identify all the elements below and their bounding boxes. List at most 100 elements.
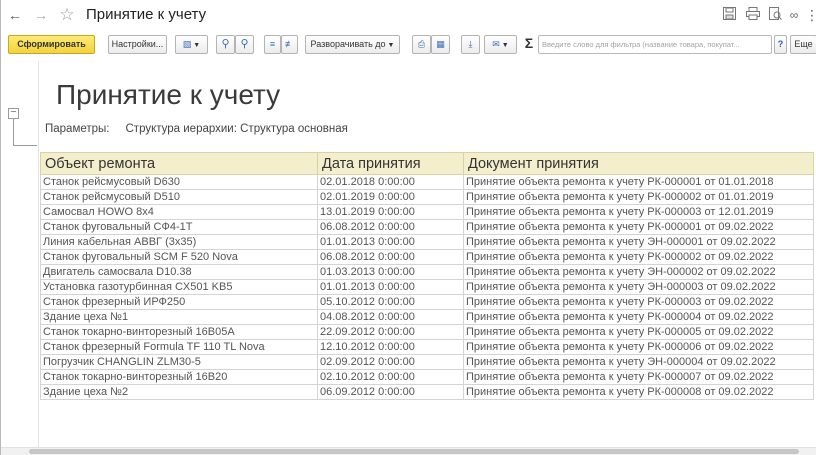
table-row[interactable]: Самосвал HOWO 8х4 13.01.2019 0:00:00 Приня… <box>40 204 814 220</box>
table-row[interactable]: Станок токарно-винторезный 16В20 02.10.20… <box>40 369 814 385</box>
table-row[interactable]: Здание цеха №1 04.08.2012 0:00:00 Принятие… <box>40 309 814 325</box>
favorite-button[interactable]: ☆ <box>57 5 77 25</box>
cell-acceptance-date[interactable]: 02.01.2019 0:00:00 <box>317 189 464 205</box>
cell-acceptance-document[interactable]: Принятие объекта ремонта к учету РК-0000… <box>463 324 814 340</box>
cell-acceptance-document[interactable]: Принятие объекта ремонта к учету РК-0000… <box>463 204 814 220</box>
cell-acceptance-document[interactable]: Принятие объекта ремонта к учету РК-0000… <box>463 219 814 235</box>
report-table: Объект ремонта Дата принятия Документ пр… <box>40 152 814 400</box>
horizontal-scrollbar[interactable] <box>1 447 816 455</box>
table-row[interactable]: Погрузчик CHANGLIN ZLM30-5 02.09.2012 0:0… <box>40 354 814 370</box>
forward-button[interactable]: → <box>31 5 51 25</box>
table-row[interactable]: Станок фуговальный SCM F 520 Nova 06.08.2… <box>40 249 814 265</box>
table-row[interactable]: Станок рейсмусовый D630 02.01.2018 0:00:0… <box>40 174 814 190</box>
more-button[interactable]: ⋮ <box>805 7 816 23</box>
cell-acceptance-date[interactable]: 06.09.2012 0:00:00 <box>317 384 464 400</box>
cell-repair-object[interactable]: Станок рейсмусовый D630 <box>40 174 318 190</box>
group-icon: ≡ <box>269 39 276 49</box>
cell-acceptance-date[interactable]: 01.03.2013 0:00:00 <box>317 264 464 280</box>
more-actions-button[interactable]: Еще <box>790 35 816 54</box>
cell-repair-object[interactable]: Станок фуговальный СФ4-1Т <box>40 219 318 235</box>
ungroup-button[interactable]: ≢ <box>281 35 298 54</box>
cell-acceptance-document[interactable]: Принятие объекта ремонта к учету РК-0000… <box>463 189 814 205</box>
tree-line <box>13 145 37 146</box>
cell-acceptance-document[interactable]: Принятие объекта ремонта к учету РК-0000… <box>463 309 814 325</box>
table-row[interactable]: Установка газотурбинная CX501 KB5 01.01.2… <box>40 279 814 295</box>
settings-button[interactable]: Настройки... <box>108 35 167 54</box>
help-button[interactable]: ? <box>774 35 787 54</box>
cell-acceptance-date[interactable]: 06.08.2012 0:00:00 <box>317 249 464 265</box>
column-header-object: Объект ремонта <box>40 152 318 175</box>
params-label: Параметры: <box>45 123 110 135</box>
table-row[interactable]: Станок фрезерный Formula TF 110 TL Nova 1… <box>40 339 814 355</box>
save-button[interactable] <box>721 7 737 23</box>
link-button[interactable]: ∞ <box>787 7 801 23</box>
variants-button[interactable]: ▧ ▼ <box>175 35 208 54</box>
table-row[interactable]: Станок фуговальный СФ4-1Т 06.08.2012 0:00… <box>40 219 814 235</box>
preview-button[interactable] <box>767 7 783 23</box>
cell-repair-object[interactable]: Станок токарно-винторезный 16В20 <box>40 369 318 385</box>
group-button[interactable]: ≡ <box>264 35 281 54</box>
cell-acceptance-document[interactable]: Принятие объекта ремонта к учету ЭН-0000… <box>463 354 814 370</box>
collapse-group-button[interactable]: − <box>8 108 19 119</box>
table-row[interactable]: Здание цеха №2 06.09.2012 0:00:00 Принятие… <box>40 384 814 400</box>
cell-repair-object[interactable]: Установка газотурбинная CX501 KB5 <box>40 279 318 295</box>
cell-acceptance-document[interactable]: Принятие объекта ремонта к учету РК-0000… <box>463 294 814 310</box>
cell-acceptance-document[interactable]: Принятие объекта ремонта к учету РК-0000… <box>463 369 814 385</box>
cell-acceptance-date[interactable]: 02.09.2012 0:00:00 <box>317 354 464 370</box>
cell-acceptance-document[interactable]: Принятие объекта ремонта к учету ЭН-0000… <box>463 279 814 295</box>
table-row[interactable]: Станок рейсмусовый D510 02.01.2019 0:00:0… <box>40 189 814 205</box>
scrollbar-thumb[interactable] <box>29 449 799 454</box>
find-next-button[interactable]: ⚲ <box>235 35 254 54</box>
cell-acceptance-date[interactable]: 02.10.2012 0:00:00 <box>317 369 464 385</box>
cell-acceptance-document[interactable]: Принятие объекта ремонта к учету РК-0000… <box>463 174 814 190</box>
cell-repair-object[interactable]: Здание цеха №1 <box>40 309 318 325</box>
cell-repair-object[interactable]: Станок фрезерный Formula TF 110 TL Nova <box>40 339 318 355</box>
cell-acceptance-date[interactable]: 01.01.2013 0:00:00 <box>317 279 464 295</box>
cell-acceptance-date[interactable]: 06.08.2012 0:00:00 <box>317 219 464 235</box>
find-button[interactable]: ⚲ <box>216 35 235 54</box>
minus-icon: − <box>10 107 17 118</box>
report-document[interactable]: − Принятие к учету Параметры: Структура и… <box>1 61 816 455</box>
cell-repair-object[interactable]: Станок фрезерный ИРФ250 <box>40 294 318 310</box>
star-icon: ☆ <box>59 5 75 24</box>
cell-acceptance-date[interactable]: 22.09.2012 0:00:00 <box>317 324 464 340</box>
cell-acceptance-document[interactable]: Принятие объекта ремонта к учету РК-0000… <box>463 384 814 400</box>
grouping-gutter: − <box>1 61 39 455</box>
cell-acceptance-date[interactable]: 01.01.2013 0:00:00 <box>317 234 464 250</box>
cell-repair-object[interactable]: Станок токарно-винторезный 16В05А <box>40 324 318 340</box>
send-email-button[interactable]: ✉ ▼ <box>484 35 517 54</box>
cell-repair-object[interactable]: Двигатель самосвала D10.38 <box>40 264 318 280</box>
filter-search-input[interactable]: Введите слово для фильтра (название това… <box>538 35 772 54</box>
print-icon: ⎙ <box>417 39 426 49</box>
cell-acceptance-date[interactable]: 13.01.2019 0:00:00 <box>317 204 464 220</box>
cell-repair-object[interactable]: Линия кабельная АВВГ (3х35) <box>40 234 318 250</box>
table-row[interactable]: Станок токарно-винторезный 16В05А 22.09.2… <box>40 324 814 340</box>
cell-acceptance-date[interactable]: 04.08.2012 0:00:00 <box>317 309 464 325</box>
table-row[interactable]: Станок фрезерный ИРФ250 05.10.2012 0:00:0… <box>40 294 814 310</box>
expand-to-dropdown[interactable]: Разворачивать до ▼ <box>305 35 400 54</box>
preview-doc-button[interactable]: ▦ <box>431 35 450 54</box>
table-row[interactable]: Линия кабельная АВВГ (3х35) 01.01.2013 0:… <box>40 234 814 250</box>
report-parameters: Параметры: Структура иерархии: Структура … <box>45 123 348 135</box>
cell-repair-object[interactable]: Погрузчик CHANGLIN ZLM30-5 <box>40 354 318 370</box>
save-doc-button[interactable]: ⤓ <box>461 35 480 54</box>
print-button[interactable] <box>745 7 761 23</box>
cell-acceptance-document[interactable]: Принятие объекта ремонта к учету РК-0000… <box>463 249 814 265</box>
cell-repair-object[interactable]: Самосвал HOWO 8х4 <box>40 204 318 220</box>
preview-icon: ▦ <box>436 39 445 49</box>
cell-repair-object[interactable]: Станок рейсмусовый D510 <box>40 189 318 205</box>
cell-repair-object[interactable]: Здание цеха №2 <box>40 384 318 400</box>
cell-acceptance-document[interactable]: Принятие объекта ремонта к учету ЭН-0000… <box>463 264 814 280</box>
cell-acceptance-date[interactable]: 05.10.2012 0:00:00 <box>317 294 464 310</box>
cell-acceptance-date[interactable]: 12.10.2012 0:00:00 <box>317 339 464 355</box>
generate-button[interactable]: Сформировать <box>8 35 95 54</box>
cell-repair-object[interactable]: Станок фуговальный SCM F 520 Nova <box>40 249 318 265</box>
back-button[interactable]: ← <box>5 5 25 25</box>
print-doc-button[interactable]: ⎙ <box>412 35 431 54</box>
table-row[interactable]: Двигатель самосвала D10.38 01.03.2013 0:0… <box>40 264 814 280</box>
cell-acceptance-date[interactable]: 02.01.2018 0:00:00 <box>317 174 464 190</box>
cell-acceptance-document[interactable]: Принятие объекта ремонта к учету ЭН-0000… <box>463 234 814 250</box>
preview-icon <box>768 7 782 20</box>
sum-button[interactable]: Σ <box>523 35 535 51</box>
cell-acceptance-document[interactable]: Принятие объекта ремонта к учету РК-0000… <box>463 339 814 355</box>
